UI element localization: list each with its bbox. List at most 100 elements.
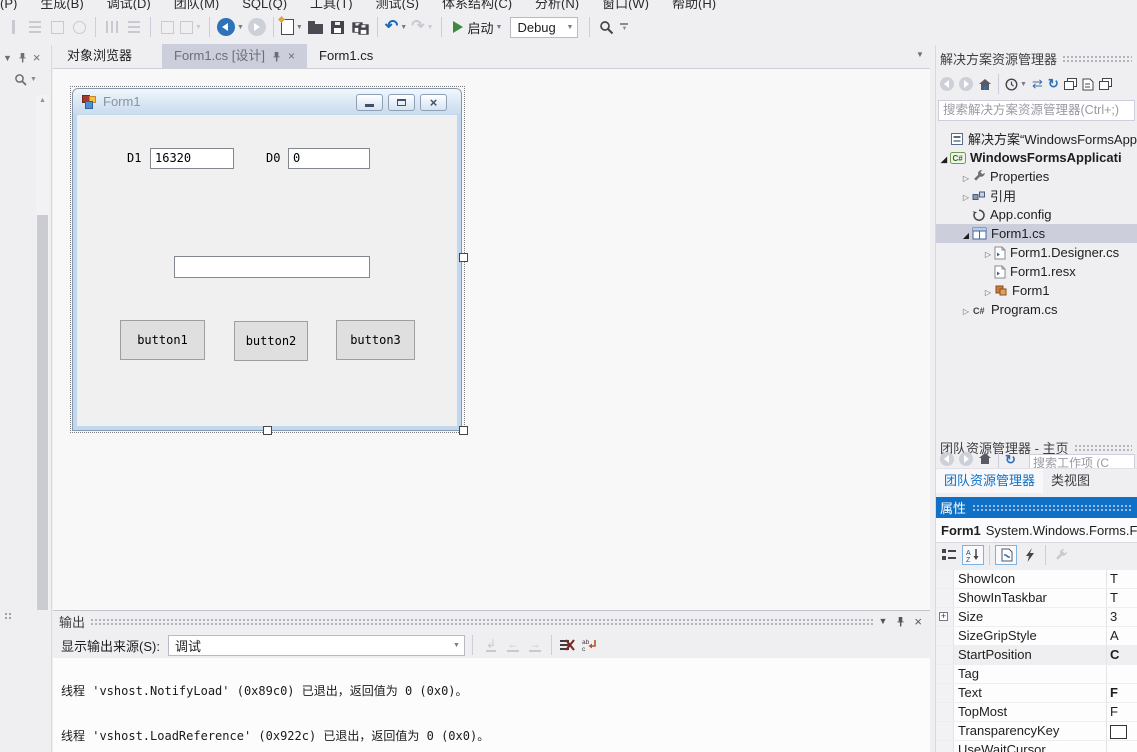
home-icon[interactable] [978,78,992,91]
forward-icon[interactable] [959,452,973,466]
start-debug-button[interactable]: 启动 [453,15,503,39]
pending-changes-clock-icon[interactable] [1005,78,1018,91]
menu-item-window[interactable]: 窗口(W) [602,0,649,10]
textbox-d1[interactable]: 16320 [150,148,234,169]
back-icon[interactable] [940,452,954,466]
output-text[interactable]: 线程 'vshost.NotifyLoad' (0x89c0) 已退出，返回值为… [53,658,930,752]
property-row[interactable]: ShowInTaskbarT [936,589,1137,608]
property-row[interactable]: Tag [936,665,1137,684]
scrollbar-thumb[interactable] [37,215,48,610]
pin-icon[interactable] [896,616,905,627]
menu-item-build[interactable]: 生成(B) [40,0,83,10]
word-wrap-icon[interactable]: abc [580,635,600,655]
scroll-up-arrow-icon[interactable] [36,97,49,104]
expander-icon[interactable] [960,169,972,184]
navigate-back-button[interactable] [217,15,244,39]
events-lightning-icon[interactable] [1020,545,1040,565]
pin-icon[interactable] [18,52,27,63]
tab-team-explorer[interactable]: 团队资源管理器 [936,469,1043,493]
sync-icon[interactable] [1032,76,1043,92]
refresh-icon[interactable] [1048,76,1059,92]
window-menu-icon[interactable] [878,616,887,626]
button1[interactable]: button1 [120,320,205,360]
expander-icon[interactable] [960,188,972,203]
previous-message-icon[interactable] [503,635,523,655]
configuration-combobox[interactable]: Debug [510,17,578,38]
tab-object-browser[interactable]: 对象浏览器 [55,44,144,68]
document-list-dropdown-icon[interactable] [916,50,924,59]
align-icon[interactable] [4,15,22,39]
save-all-button[interactable] [351,15,370,39]
tree-item-properties[interactable]: Properties [936,167,1137,186]
property-row[interactable]: TopMostF [936,703,1137,722]
categorized-icon[interactable] [939,545,959,565]
minimize-button[interactable] [356,94,383,111]
new-file-button[interactable] [281,15,303,39]
solution-explorer-search-input[interactable]: 搜索解决方案资源管理器(Ctrl+;) [938,100,1135,121]
solution-explorer-header[interactable]: 解决方案资源管理器 [936,48,1137,68]
properties-object-combobox[interactable]: Form1 System.Windows.Forms.Fo [936,518,1137,543]
back-icon[interactable] [940,77,954,91]
expander-icon[interactable] [982,283,994,298]
property-row[interactable]: TextF [936,684,1137,703]
tab-form1-code[interactable]: Form1.cs [307,44,385,68]
show-all-files-icon[interactable] [1082,78,1094,91]
center-icon[interactable] [26,15,44,39]
property-row[interactable]: UseWaitCursor [936,741,1137,752]
forward-icon[interactable] [959,77,973,91]
output-header[interactable]: 输出 [53,611,930,631]
menu-item-test[interactable]: 测试(S) [376,0,419,10]
expander-icon[interactable] [960,302,972,317]
tree-item-form1-designer[interactable]: Form1.Designer.cs [936,243,1137,262]
undo-button[interactable] [385,15,407,39]
tab-class-view[interactable]: 类视图 [1043,469,1098,493]
properties-window-icon[interactable] [1099,78,1112,90]
alphabetical-sort-icon[interactable]: AZ [962,545,984,565]
tree-item-project[interactable]: C# WindowsFormsApplicati [936,148,1137,167]
tree-item-programcs[interactable]: C# Program.cs [936,300,1137,319]
space-horizontal-icon[interactable] [103,15,121,39]
property-row[interactable]: Size3 [936,608,1137,627]
toolbar-overflow-button[interactable] [620,23,628,32]
pin-icon[interactable] [272,51,281,62]
expander-icon[interactable] [960,226,972,241]
form1-design-window[interactable]: Form1 D1 16320 D0 0 button1 button2 butt… [72,88,462,431]
size-grid-icon[interactable] [180,15,202,39]
property-row[interactable]: ShowIconT [936,570,1137,589]
close-icon[interactable] [33,50,41,65]
expander-icon[interactable] [982,245,994,260]
tab-form1-design[interactable]: Form1.cs [设计] [162,44,307,68]
color-swatch[interactable] [1110,725,1127,739]
vertical-scrollbar[interactable] [36,95,49,610]
output-source-combobox[interactable]: 调试 [168,635,465,656]
textbox-result[interactable] [174,256,370,278]
close-button[interactable] [420,94,447,111]
property-row[interactable]: TransparencyKey [936,722,1137,741]
maximize-button[interactable] [388,94,415,111]
redo-button[interactable] [411,15,433,39]
properties-header[interactable]: 属性 [936,497,1137,518]
clear-all-icon[interactable] [558,635,578,655]
open-file-button[interactable] [307,15,325,39]
collapse-all-icon[interactable] [1064,78,1077,90]
goto-message-icon[interactable] [481,635,501,655]
expand-icon[interactable] [939,612,948,621]
next-message-icon[interactable] [525,635,545,655]
tree-item-form1-class[interactable]: Form1 [936,281,1137,300]
resize-handle-right[interactable] [459,253,468,262]
save-button[interactable] [329,15,347,39]
tree-item-solution[interactable]: 解决方案“WindowsFormsApp [936,129,1137,148]
button2[interactable]: button2 [234,321,308,361]
space-vertical-icon[interactable] [125,15,143,39]
tree-item-form1-resx[interactable]: Form1.resx [936,262,1137,281]
menu-item-team[interactable]: 团队(M) [174,0,220,10]
resize-handle-bottom[interactable] [263,426,272,435]
menu-item-tools[interactable]: 工具(T) [310,0,353,10]
tree-item-form1cs[interactable]: Form1.cs [936,224,1137,243]
close-icon[interactable] [914,614,922,629]
resize-handle-corner[interactable] [459,426,468,435]
window-menu-icon[interactable] [3,53,12,63]
properties-view-icon[interactable] [995,545,1017,565]
navigate-forward-button[interactable] [248,15,266,39]
menu-item-help[interactable]: 帮助(H) [672,0,716,10]
